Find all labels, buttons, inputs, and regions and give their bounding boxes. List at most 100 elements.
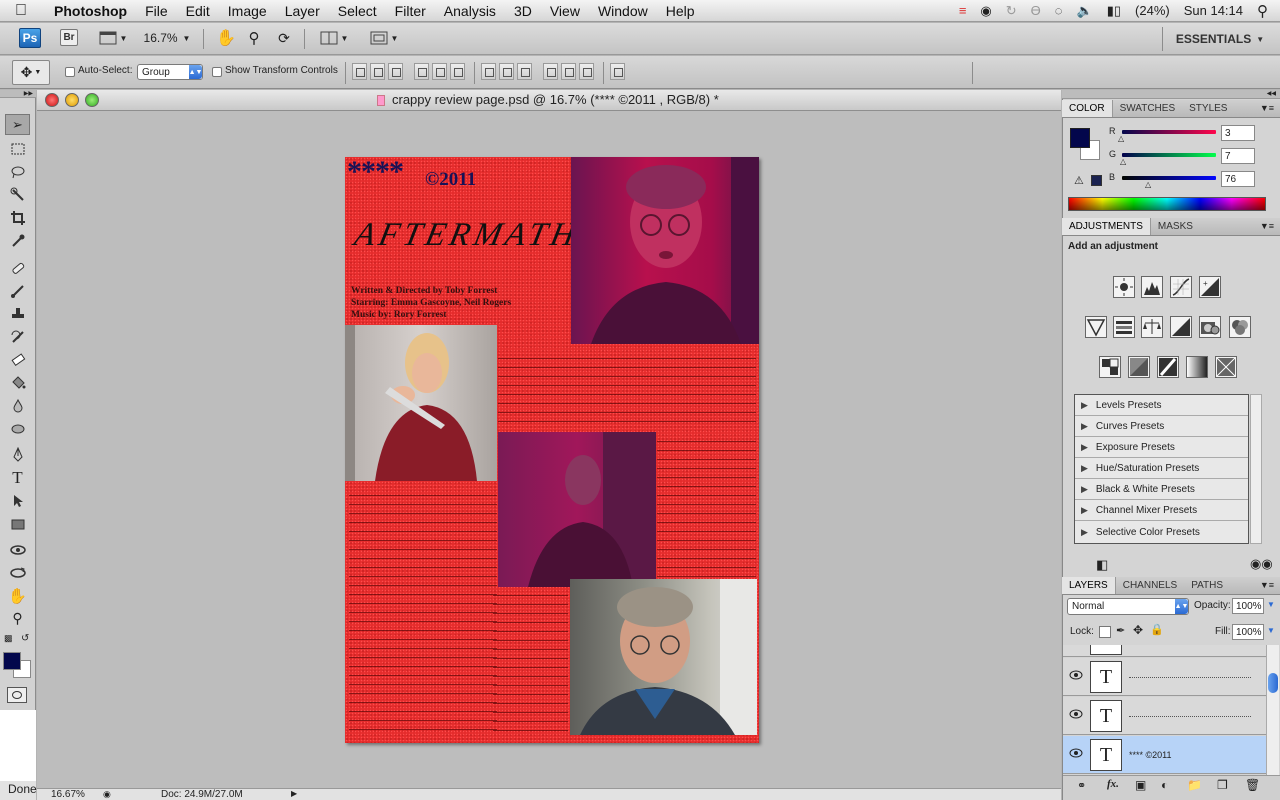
status-zoom[interactable]: 16.67% (51, 789, 85, 800)
layer-row[interactable]: T (1063, 658, 1266, 696)
quick-mask-button[interactable] (7, 687, 27, 703)
rectangle-tool[interactable] (5, 513, 30, 534)
zoom-window-button[interactable] (85, 93, 99, 107)
panel-menu-icon[interactable]: ▼≡ (1254, 577, 1280, 594)
color-balance-icon[interactable] (1141, 316, 1163, 338)
auto-select-checkbox[interactable] (65, 67, 75, 77)
clip-to-layer-icon[interactable]: ◧ (1096, 557, 1108, 573)
layers-scroll-thumb[interactable] (1268, 673, 1278, 693)
layer-visibility-eye-icon[interactable] (1069, 709, 1083, 719)
battery-percent[interactable]: (24%) (1135, 3, 1170, 18)
align-left-edges-icon[interactable] (414, 63, 429, 80)
blue-slider[interactable] (1122, 176, 1216, 180)
gamut-warning-icon[interactable]: ⚠ (1074, 174, 1084, 187)
gradient-map-icon[interactable] (1186, 356, 1208, 378)
workspace-switcher[interactable]: ESSENTIALS ▼ (1172, 30, 1268, 48)
levels-icon[interactable] (1141, 276, 1163, 298)
paint-bucket-tool[interactable] (5, 372, 30, 393)
spotlight-icon[interactable]: ⚲ (1257, 2, 1268, 20)
align-bottom-edges-icon[interactable] (388, 63, 403, 80)
view-previous-icon[interactable]: ◉◉ (1250, 556, 1273, 572)
crop-tool[interactable] (5, 207, 30, 228)
view-extras-button[interactable]: ▼ (95, 29, 131, 47)
preset-curves[interactable]: ▶ Curves Presets (1075, 416, 1248, 437)
layers-scrollbar[interactable] (1266, 645, 1279, 775)
red-value-field[interactable]: 3 (1221, 125, 1255, 141)
new-group-icon[interactable]: 📁 (1187, 778, 1202, 792)
photoshop-logo[interactable]: Ps (19, 28, 41, 48)
zoom-level-dropdown[interactable]: 16.7% ▼ (142, 29, 192, 47)
menu-select[interactable]: Select (329, 3, 386, 19)
move-tool[interactable]: ➢ (5, 114, 30, 135)
apple-menu-icon[interactable]:  (0, 2, 42, 20)
collapse-tools-icon[interactable]: ▶▶ (0, 90, 36, 98)
tab-masks[interactable]: MASKS (1151, 218, 1200, 235)
curves-icon[interactable] (1170, 276, 1192, 298)
path-selection-tool[interactable] (5, 490, 30, 511)
hand-tool[interactable]: ✋ (5, 585, 30, 606)
layer-visibility-eye-icon[interactable] (1069, 748, 1083, 758)
tab-color[interactable]: COLOR (1062, 100, 1113, 117)
align-top-edges-icon[interactable] (352, 63, 367, 80)
rotate-view-icon[interactable]: ⟳ (273, 28, 295, 48)
quick-selection-tool[interactable] (5, 184, 30, 205)
blend-mode-dropdown[interactable]: Normal ▲▼ (1067, 598, 1189, 615)
preset-hue-saturation[interactable]: ▶ Hue/Saturation Presets (1075, 458, 1248, 479)
tab-paths[interactable]: PATHS (1184, 577, 1230, 594)
battery-icon[interactable]: ▮▯ (1107, 3, 1121, 19)
document-canvas[interactable]: **** ©2011 AFTERMATH Written & Directed … (345, 157, 759, 743)
preset-selective-color[interactable]: ▶ Selective Color Presets (1075, 522, 1248, 543)
preset-black-white[interactable]: ▶ Black & White Presets (1075, 479, 1248, 500)
brightness-contrast-icon[interactable] (1113, 276, 1135, 298)
align-vertical-centers-icon[interactable] (370, 63, 385, 80)
eye-tv-icon[interactable]: ◉ (980, 3, 991, 19)
eraser-tool[interactable] (5, 349, 30, 370)
menu-edit[interactable]: Edit (177, 3, 219, 19)
3d-orbit-tool[interactable] (5, 562, 30, 583)
channel-mixer-icon[interactable] (1229, 316, 1251, 338)
minimize-window-button[interactable] (65, 93, 79, 107)
add-mask-icon[interactable]: ▣ (1135, 778, 1146, 792)
preset-exposure[interactable]: ▶ Exposure Presets (1075, 437, 1248, 458)
tab-layers[interactable]: LAYERS (1062, 577, 1116, 594)
auto-align-layers-icon[interactable] (610, 63, 625, 80)
distribute-right-icon[interactable] (579, 63, 594, 80)
link-layers-icon[interactable]: ⚭ (1077, 779, 1086, 792)
layer-row-selected[interactable]: T **** ©2011 (1063, 736, 1266, 774)
distribute-vertical-centers-icon[interactable] (499, 63, 514, 80)
green-slider-thumb-icon[interactable]: △ (1120, 157, 1126, 166)
arrange-documents-button[interactable]: ▼ (316, 29, 352, 47)
close-window-button[interactable] (45, 93, 59, 107)
opacity-arrow-icon[interactable]: ▼ (1267, 600, 1275, 609)
align-right-edges-icon[interactable] (450, 63, 465, 80)
distribute-bottom-icon[interactable] (517, 63, 532, 80)
layer-visibility-eye-icon[interactable] (1069, 670, 1083, 680)
panel-menu-icon[interactable]: ▼≡ (1254, 100, 1280, 117)
bridge-button[interactable]: Br (60, 29, 78, 46)
hand-tool-icon[interactable]: ✋ (215, 28, 237, 48)
opacity-field[interactable]: 100% (1232, 598, 1264, 614)
distribute-top-icon[interactable] (481, 63, 496, 80)
fill-arrow-icon[interactable]: ▼ (1267, 626, 1275, 635)
menu-view[interactable]: View (541, 3, 589, 19)
text-menu-icon[interactable]: ≡ (959, 3, 967, 18)
menu-image[interactable]: Image (219, 3, 276, 19)
clock[interactable]: Sun 14:14 (1184, 3, 1243, 18)
preset-levels[interactable]: ▶ Levels Presets (1075, 395, 1248, 416)
auto-select-dropdown[interactable]: Group ▲▼ (137, 64, 203, 80)
tab-styles[interactable]: STYLES (1182, 100, 1234, 117)
3d-rotate-tool[interactable] (5, 539, 30, 560)
menu-file[interactable]: File (136, 3, 177, 19)
invert-icon[interactable] (1099, 356, 1121, 378)
fill-field[interactable]: 100% (1232, 624, 1264, 640)
presets-scrollbar[interactable] (1250, 394, 1262, 544)
preset-channel-mixer[interactable]: ▶ Channel Mixer Presets (1075, 500, 1248, 521)
new-adjustment-layer-icon[interactable]: ◐ (1161, 778, 1168, 792)
volume-icon[interactable]: 🔈 (1077, 3, 1093, 19)
healing-brush-tool[interactable] (5, 257, 30, 278)
history-brush-tool[interactable] (5, 326, 30, 347)
exposure-icon[interactable]: + (1199, 276, 1221, 298)
time-machine-icon[interactable]: ↻ (1006, 3, 1017, 19)
black-white-icon[interactable] (1170, 316, 1192, 338)
gamut-color-swatch[interactable] (1091, 175, 1102, 186)
